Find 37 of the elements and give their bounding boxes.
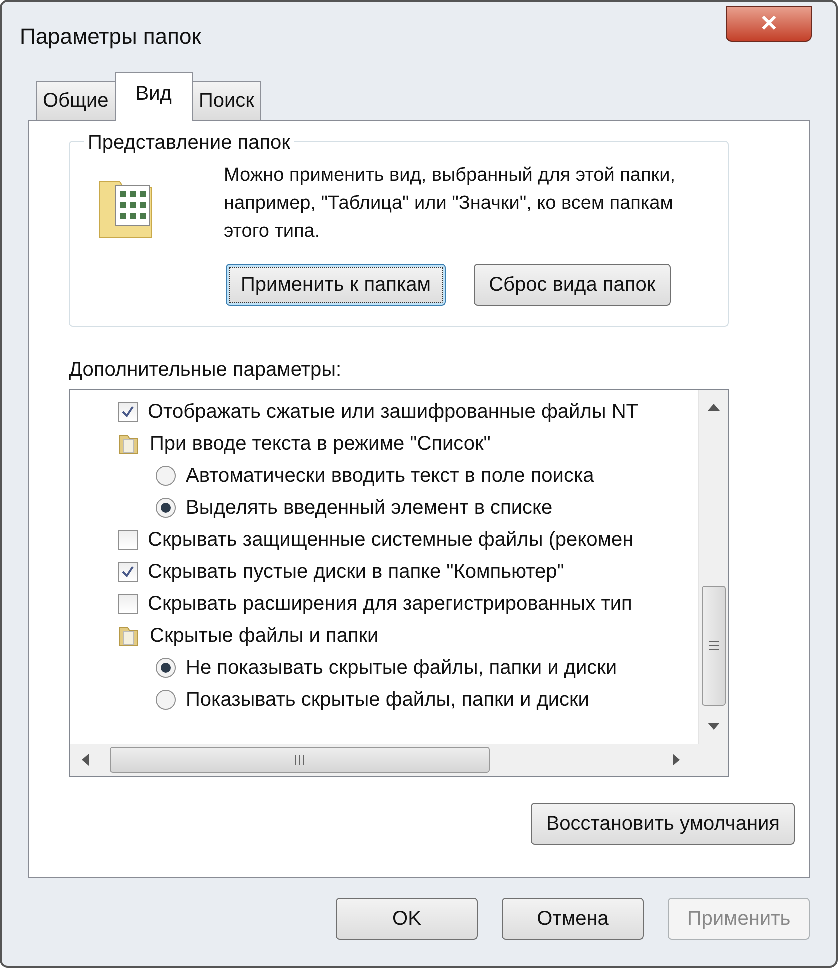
checkbox[interactable] [118,562,138,582]
scrollbar-thumb[interactable] [110,747,490,773]
setting-label: Отображать сжатые или зашифрованные файлы NT [148,400,638,425]
setting-label: Скрытые файлы и папки [150,624,379,649]
radio-button[interactable] [156,690,176,710]
scroll-up-icon [706,402,720,412]
setting-label: Не показывать скрытые файлы, папки и диски [186,656,618,681]
tab[interactable]: Вид [114,72,193,121]
button[interactable]: Отмена [502,898,644,940]
setting-label: Скрывать защищенные системные файлы (рекомен [148,528,634,553]
setting-label: Показывать скрытые файлы, папки и диски [186,688,590,713]
scroll-down-icon [706,722,720,732]
button[interactable]: Применить к папкам [226,264,446,306]
radio-button[interactable] [156,658,176,678]
window-title: Параметры папок [20,23,202,51]
checkbox[interactable] [118,402,138,422]
button[interactable]: OK [336,898,478,940]
description-text: Можно применить вид, выбранный для этой папки, например, "Таблица" или "Значки", ко всем папкам этого типа. [224,164,676,244]
tab[interactable]: Общие [36,81,116,120]
radio-button[interactable] [156,466,176,486]
check-icon [121,405,135,419]
checkbox[interactable] [118,530,138,550]
check-icon [121,565,135,579]
setting-label: Скрывать пустые диски в папке "Компьютер" [148,560,564,585]
radio-button[interactable] [156,498,176,518]
tab[interactable]: Поиск [192,81,262,120]
setting-label: Скрывать расширения для зарегистрированных тип [148,592,632,617]
scrollbar-thumb[interactable] [702,586,726,706]
setting-label: При вводе текста в режиме "Список" [150,432,491,457]
button[interactable]: Сброс вида папок [474,264,671,306]
setting-label: Автоматически вводить текст в поле поиска [186,464,594,489]
setting-label: Выделять введенный элемент в списке [186,496,553,521]
scroll-left-icon [80,753,90,767]
scroll-right-icon [672,753,682,767]
restore-defaults-button[interactable]: Восстановить умолчания [531,803,795,845]
checkbox[interactable] [118,594,138,614]
advanced-settings-label: Дополнительные параметры: [69,358,342,383]
